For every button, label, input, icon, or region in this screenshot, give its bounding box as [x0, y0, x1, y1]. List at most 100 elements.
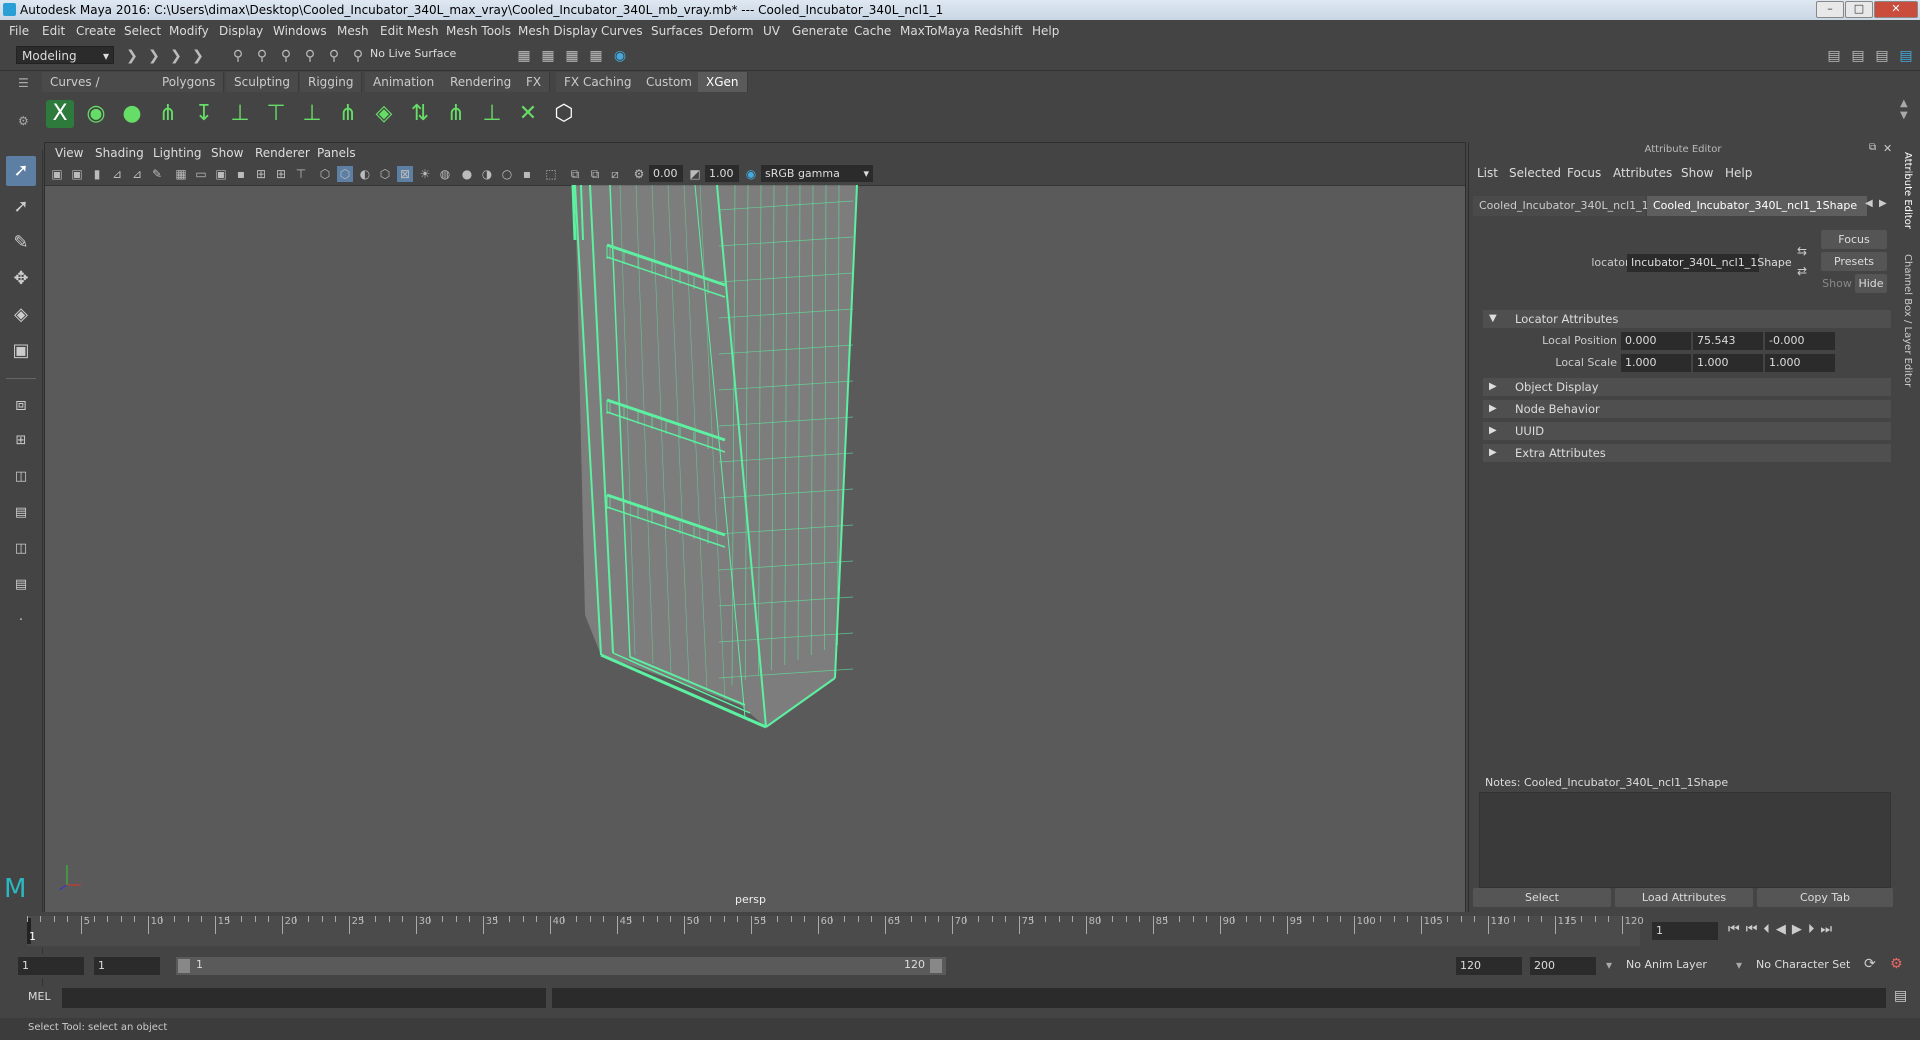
persp-graph-icon[interactable]: ◫: [6, 534, 36, 564]
side-tab-attribute-editor[interactable]: Attribute Editor: [1902, 152, 1913, 229]
menu-select[interactable]: Select: [124, 24, 161, 38]
xgen-grass-icon[interactable]: ⋔: [334, 100, 362, 128]
playback-end-field[interactable]: 120: [1456, 957, 1522, 975]
smooth-shade-icon[interactable]: ⬡: [337, 166, 353, 182]
xgen-add-guide-icon[interactable]: ↧: [190, 100, 218, 128]
exposure-icon[interactable]: ⚙: [631, 166, 647, 182]
hide-button[interactable]: Hide: [1855, 274, 1887, 293]
four-view-icon[interactable]: ⊞: [6, 426, 36, 456]
vp-menu-shading[interactable]: Shading: [95, 146, 144, 160]
auto-key-icon[interactable]: ⟳: [1864, 956, 1876, 972]
motion-blur-icon[interactable]: ◑: [479, 166, 495, 182]
layout-icon[interactable]: ▤: [1826, 48, 1842, 64]
hypershade-layout-icon[interactable]: ▤: [6, 570, 36, 600]
step-forward-icon[interactable]: ⏵: [1808, 922, 1821, 937]
shelf-tab-polygons[interactable]: Polygons: [154, 72, 225, 92]
side-by-side-icon[interactable]: ◫: [6, 462, 36, 492]
chevron-down-icon[interactable]: ▾: [1736, 958, 1742, 972]
menu-deform[interactable]: Deform: [709, 24, 754, 38]
camera-icon[interactable]: ▣: [49, 166, 65, 182]
maximize-button[interactable]: □: [1845, 1, 1873, 18]
ae-tab-shape[interactable]: Cooled_Incubator_340L_ncl1_1Shape: [1647, 196, 1867, 216]
xgen-preview-icon[interactable]: ◉: [82, 100, 110, 128]
section-locator-attributes[interactable]: ▼ Locator Attributes: [1483, 310, 1891, 328]
menu-curves[interactable]: Curves: [601, 24, 643, 38]
exposure-field[interactable]: 0.00: [649, 165, 683, 182]
xgen-sculpt-icon[interactable]: ⊤: [262, 100, 290, 128]
show-button[interactable]: Show: [1821, 274, 1853, 293]
live-surface-label[interactable]: No Live Surface: [370, 47, 456, 60]
shadows-icon[interactable]: ◍: [437, 166, 453, 182]
vp-menu-view[interactable]: View: [55, 146, 83, 160]
menu-mesh-tools[interactable]: Mesh Tools: [446, 24, 511, 38]
menu-generate[interactable]: Generate: [792, 24, 848, 38]
vp-menu-renderer[interactable]: Renderer: [255, 146, 310, 160]
select-tool-icon[interactable]: ➚: [6, 156, 36, 186]
xgen-create-description-icon[interactable]: ●: [118, 100, 146, 128]
tab-prev-icon[interactable]: ◀: [1865, 198, 1873, 209]
step-back-key-icon[interactable]: ⏮: [1746, 922, 1764, 937]
persp-outliner-icon[interactable]: ▤: [6, 498, 36, 528]
shelf-tab-rigging[interactable]: Rigging: [300, 72, 363, 92]
xray-active-icon[interactable]: ⧉: [587, 166, 603, 182]
shelf-scroll-icon[interactable]: ▲ ▼: [1900, 98, 1908, 122]
bookmark-icon[interactable]: ▮: [89, 166, 105, 182]
close-button[interactable]: ✕: [1874, 1, 1918, 18]
section-node-behavior[interactable]: ▶ Node Behavior: [1483, 400, 1891, 418]
film-gate-icon[interactable]: ▭: [193, 166, 209, 182]
vp-menu-show[interactable]: Show: [211, 146, 243, 160]
rotate-tool-icon[interactable]: ◈: [6, 300, 36, 330]
select-output-icon[interactable]: ⇄: [1797, 264, 1807, 278]
current-frame-field[interactable]: 1: [1652, 922, 1718, 940]
xgen-guides-icon[interactable]: ⋔: [154, 100, 182, 128]
mel-label[interactable]: MEL: [28, 990, 51, 1003]
range-start-handle[interactable]: [178, 959, 190, 973]
vp-menu-panels[interactable]: Panels: [317, 146, 356, 160]
shelf-tab-animation[interactable]: Animation: [365, 72, 444, 92]
script-editor-icon[interactable]: ▤: [1894, 988, 1907, 1004]
incubator-wireframe[interactable]: [571, 185, 858, 729]
ipr-render-icon[interactable]: ▦: [540, 48, 556, 64]
shelf-tab-curves-surfaces[interactable]: Curves / Surfaces: [42, 72, 155, 109]
ae-menu-help[interactable]: Help: [1725, 166, 1752, 180]
paint-select-icon[interactable]: ✎: [6, 228, 36, 258]
select-hierarchy-icon[interactable]: ⚲: [230, 48, 246, 64]
focus-button[interactable]: Focus: [1821, 230, 1887, 249]
move-tool-icon[interactable]: ✥: [6, 264, 36, 294]
float-panel-icon[interactable]: ⧉: [1869, 142, 1876, 153]
local-position-y[interactable]: 75.543: [1693, 332, 1763, 350]
menu-redshift[interactable]: Redshift: [974, 24, 1023, 38]
local-scale-x[interactable]: 1.000: [1621, 354, 1691, 372]
select-button[interactable]: Select: [1473, 888, 1611, 907]
local-position-x[interactable]: 0.000: [1621, 332, 1691, 350]
lasso-tool-icon[interactable]: ➚: [6, 192, 36, 222]
gamma-icon[interactable]: ◩: [687, 166, 703, 182]
tool-settings-icon[interactable]: ▤: [1874, 48, 1890, 64]
xgen-layers-icon[interactable]: ◈: [370, 100, 398, 128]
shelf-tab-rendering[interactable]: Rendering: [442, 72, 521, 92]
camera-attributes-icon[interactable]: ▣: [69, 166, 85, 182]
step-back-icon[interactable]: ⏴: [1763, 922, 1776, 937]
character-set-dropdown[interactable]: No Character Set: [1756, 958, 1850, 971]
section-object-display[interactable]: ▶ Object Display: [1483, 378, 1891, 396]
image-plane-icon[interactable]: ⊿: [109, 166, 125, 182]
chevron-down-icon[interactable]: ▾: [1606, 958, 1612, 972]
viewport-panel[interactable]: View Shading Lighting Show Renderer Pane…: [44, 142, 1466, 914]
shelf-tab-fx-caching[interactable]: FX Caching: [556, 72, 641, 92]
xgen-noise-icon[interactable]: ✕: [514, 100, 542, 128]
menu-help[interactable]: Help: [1032, 24, 1059, 38]
safe-title-icon[interactable]: ⊤: [293, 166, 309, 182]
select-object-icon[interactable]: ⚲: [254, 48, 270, 64]
single-view-icon[interactable]: ⧈: [6, 390, 36, 420]
xgen-editor-icon[interactable]: X: [46, 100, 74, 128]
snap-curve-icon[interactable]: ⚲: [326, 48, 342, 64]
xray-joints-icon[interactable]: ⧉: [567, 166, 583, 182]
play-forward-icon[interactable]: ▶: [1792, 922, 1808, 937]
shelf-tab-xgen[interactable]: XGen: [698, 72, 748, 92]
shelf-tab-sculpting[interactable]: Sculpting: [226, 72, 300, 92]
field-chart-icon[interactable]: ⊞: [253, 166, 269, 182]
load-attributes-button[interactable]: Load Attributes: [1615, 888, 1753, 907]
close-panel-icon[interactable]: ✕: [1883, 142, 1892, 155]
wireframe-icon[interactable]: ⬡: [317, 166, 333, 182]
range-slider-bar[interactable]: 1 120: [176, 957, 946, 975]
